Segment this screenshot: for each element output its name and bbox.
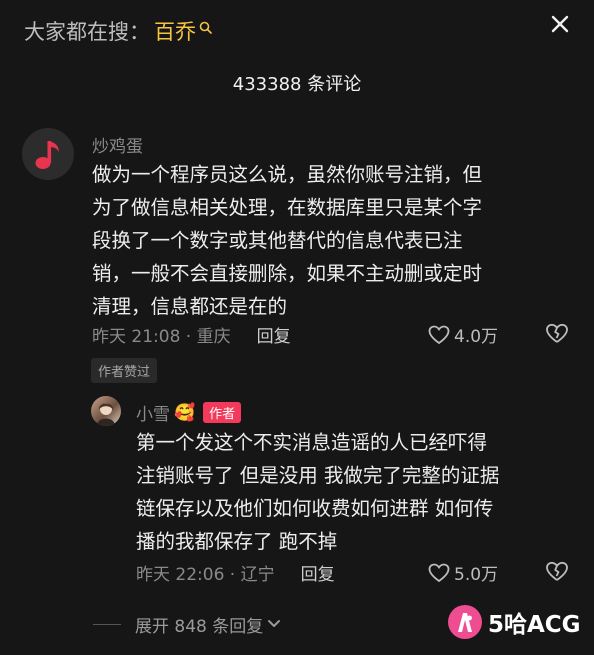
reply-time-location: 昨天 22:06 · 辽宁: [136, 565, 275, 585]
comment-line: 为了做信息相关处理，在数据库里只是某个字: [92, 196, 483, 219]
close-button[interactable]: [546, 10, 574, 38]
avatar[interactable]: [22, 128, 74, 180]
comment-time-location: 昨天 21:08 · 重庆: [92, 327, 231, 347]
like-count: 4.0万: [454, 327, 499, 347]
reply-like-count: 5.0万: [454, 565, 499, 585]
reply-like-button[interactable]: 5.0万: [428, 560, 498, 585]
watermark: 5哈ACG: [448, 602, 581, 642]
reply-username[interactable]: 小雪: [136, 400, 170, 425]
smiling-face-with-hearts-icon: 🥰: [174, 402, 196, 423]
search-prefix-label: 大家都在搜：: [24, 20, 150, 44]
music-note-icon: [35, 141, 59, 169]
search-icon: [199, 15, 212, 39]
comment-line: 清理，信息都还是在的: [92, 295, 288, 318]
broken-heart-icon: [546, 561, 568, 581]
reply-line: 注销账号了 但是没用 我做完了完整的证据: [136, 464, 500, 487]
watermark-logo-icon: [448, 605, 482, 639]
reply-button[interactable]: 回复: [257, 322, 291, 347]
reply-avatar[interactable]: [91, 396, 121, 426]
reply-meta: 昨天 22:06 · 辽宁 回复: [136, 560, 335, 585]
divider: [93, 623, 121, 625]
heart-icon: [428, 563, 450, 582]
broken-heart-icon: [546, 323, 568, 343]
reply-dislike-button[interactable]: [545, 561, 569, 586]
reply-header: 小雪 🥰 作者: [136, 400, 242, 425]
comment-line: 销，一般不会直接删除，如果不主动删或定时: [92, 262, 483, 285]
author-liked-tag: 作者赞过: [91, 358, 158, 383]
comment-text: 做为一个程序员这么说，虽然你账号注销，但 为了做信息相关处理，在数据库里只是某个…: [92, 158, 482, 323]
close-icon: [551, 15, 569, 33]
heart-icon: [428, 325, 450, 344]
reply-line: 播的我都保存了 跑不掉: [136, 530, 338, 553]
expand-replies-label: 展开 848 条回复: [135, 616, 264, 637]
comment-meta: 昨天 21:08 · 重庆 回复: [92, 322, 291, 347]
author-badge: 作者: [203, 402, 242, 423]
reply-line: 第一个发这个不实消息造谣的人已经吓得: [136, 431, 488, 454]
expand-replies-button[interactable]: 展开 848 条回复: [93, 612, 282, 637]
reply-text: 第一个发这个不实消息造谣的人已经吓得 注销账号了 但是没用 我做完了完整的证据 …: [136, 426, 499, 558]
dislike-button[interactable]: [545, 323, 569, 348]
comment-username[interactable]: 炒鸡蛋: [92, 132, 143, 157]
search-suggestion-bar[interactable]: 大家都在搜： 百乔: [24, 14, 212, 48]
avatar-photo: [97, 403, 115, 426]
comment-line: 段换了一个数字或其他替代的信息代表已注: [92, 229, 463, 252]
comment-line: 做为一个程序员这么说，虽然你账号注销，但: [92, 163, 483, 186]
search-keyword[interactable]: 百乔: [154, 16, 196, 46]
watermark-text: 5哈ACG: [488, 612, 581, 638]
reply-line: 链保存以及他们如何收费如何进群 如何传: [136, 497, 494, 520]
chevron-down-icon: [268, 620, 281, 627]
comment-count-title: 433388 条评论: [232, 74, 362, 95]
reply-to-reply-button[interactable]: 回复: [301, 560, 335, 585]
like-button[interactable]: 4.0万: [428, 322, 498, 347]
